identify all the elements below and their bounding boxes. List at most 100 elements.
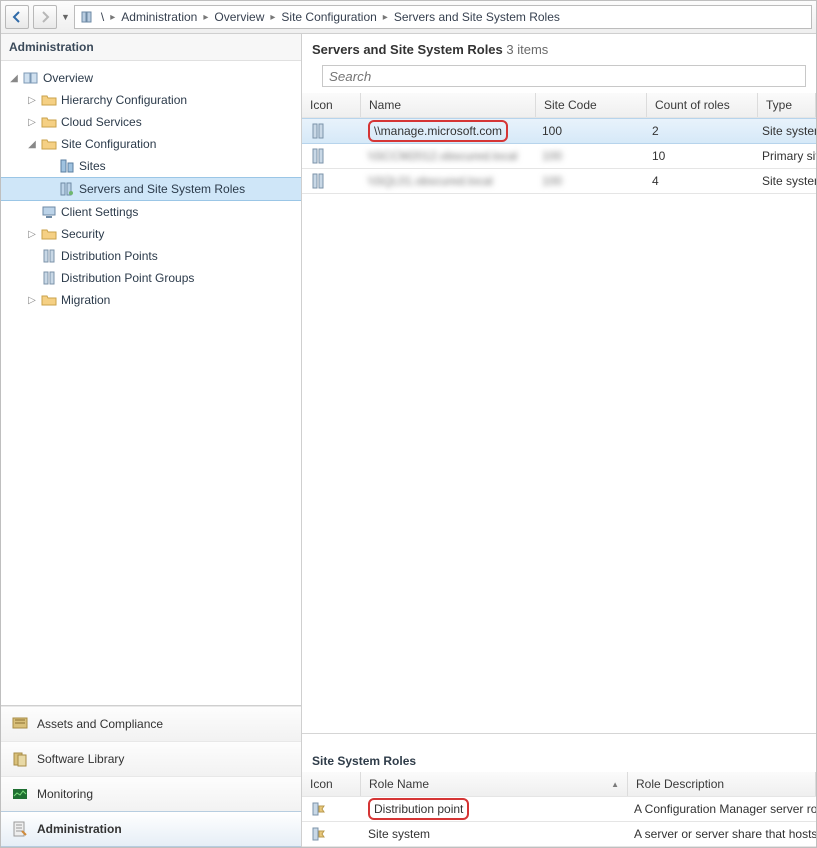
col-header-roledesc[interactable]: Role Description bbox=[628, 772, 816, 796]
table-row[interactable]: \\manage.microsoft.com1002Site system se… bbox=[302, 118, 816, 144]
chevron-right-icon: ▸ bbox=[203, 12, 208, 23]
cell-name: \\manage.microsoft.com bbox=[360, 119, 534, 143]
expand-icon[interactable]: ▷ bbox=[27, 229, 37, 240]
search-input[interactable] bbox=[322, 65, 806, 87]
tree-item[interactable]: ▷ Security bbox=[1, 223, 301, 245]
breadcrumb-item[interactable]: Site Configuration bbox=[277, 6, 380, 28]
tree-item[interactable]: ▷ Hierarchy Configuration bbox=[1, 89, 301, 111]
chevron-right-icon: ▸ bbox=[270, 12, 275, 23]
left-panel: Administration ◢ Overview ▷ Hierarchy Confi… bbox=[1, 34, 302, 847]
wunder-item-label: Monitoring bbox=[37, 787, 93, 801]
cell-rolename: Distribution point bbox=[360, 797, 626, 821]
tree-item[interactable]: ▷ Cloud Services bbox=[1, 111, 301, 133]
tree-item[interactable]: ◢ Overview bbox=[1, 67, 301, 89]
roles-title: Site System Roles bbox=[302, 740, 816, 772]
workspace-icon bbox=[11, 820, 29, 838]
tree-item-label: Distribution Points bbox=[61, 249, 158, 263]
breadcrumb-item[interactable]: Servers and Site System Roles bbox=[390, 6, 564, 28]
row-icon bbox=[302, 797, 360, 821]
tree-item[interactable]: ◢ Site Configuration bbox=[1, 133, 301, 155]
nav-bar: ▼ \ ▸ Administration ▸ Overview ▸ Site C… bbox=[1, 1, 816, 34]
tree-item-label: Sites bbox=[79, 159, 106, 173]
table-row[interactable]: Site systemA server or server share that… bbox=[302, 822, 816, 847]
table-row[interactable]: Distribution pointA Configuration Manage… bbox=[302, 797, 816, 822]
wunder-item[interactable]: Assets and Compliance bbox=[1, 706, 301, 741]
col-header-count[interactable]: Count of roles bbox=[647, 93, 758, 117]
col-header-name[interactable]: Name bbox=[361, 93, 536, 117]
cell-roledesc: A server or server share that hosts one … bbox=[626, 822, 816, 846]
tree-item-label: Hierarchy Configuration bbox=[61, 93, 187, 107]
workspace-icon bbox=[11, 750, 29, 768]
tree-item[interactable]: ▷ Migration bbox=[1, 289, 301, 311]
tree-item[interactable]: Client Settings bbox=[1, 201, 301, 223]
col-header-rolename[interactable]: Role Name ▲ bbox=[361, 772, 628, 796]
wunder-item[interactable]: Software Library bbox=[1, 741, 301, 776]
tree-item[interactable]: Distribution Point Groups bbox=[1, 267, 301, 289]
row-icon bbox=[302, 169, 360, 193]
overview-icon bbox=[23, 70, 39, 86]
breadcrumb-item[interactable]: Administration bbox=[117, 6, 201, 28]
tree-item-label: Security bbox=[61, 227, 104, 241]
expand-icon[interactable]: ◢ bbox=[27, 139, 37, 150]
breadcrumb-bar[interactable]: \ ▸ Administration ▸ Overview ▸ Site Con… bbox=[74, 5, 812, 29]
servers-grid: Icon Name Site Code Count of roles Type … bbox=[302, 93, 816, 194]
tree-item[interactable]: Distribution Points bbox=[1, 245, 301, 267]
table-row[interactable]: \\SQL01.obscured.local1004Site system se… bbox=[302, 169, 816, 194]
cell-roledesc: A Configuration Manager server role tha bbox=[626, 797, 816, 821]
col-header-icon[interactable]: Icon bbox=[302, 93, 361, 117]
tree-item-label: Site Configuration bbox=[61, 137, 156, 151]
table-row[interactable]: \\SCCM2012.obscured.local10010Primary si… bbox=[302, 144, 816, 169]
tree-item-label: Client Settings bbox=[61, 205, 138, 219]
expand-icon[interactable]: ▷ bbox=[27, 295, 37, 306]
tree-item-label: Servers and Site System Roles bbox=[79, 182, 245, 196]
cell-count: 2 bbox=[644, 119, 754, 143]
expand-icon[interactable]: ▷ bbox=[27, 95, 37, 106]
col-header-site[interactable]: Site Code bbox=[536, 93, 647, 117]
server-icon bbox=[79, 9, 95, 25]
sort-asc-icon: ▲ bbox=[611, 780, 619, 789]
folder-icon bbox=[41, 136, 57, 152]
cell-type: Site system server bbox=[754, 119, 816, 143]
servers-icon bbox=[59, 181, 75, 197]
dpg-icon bbox=[41, 270, 57, 286]
cell-site: 100 bbox=[534, 144, 644, 168]
folder-icon bbox=[41, 226, 57, 242]
tree-item-label: Cloud Services bbox=[61, 115, 142, 129]
panel-title: Administration bbox=[1, 34, 301, 61]
tree-item[interactable]: Sites bbox=[1, 155, 301, 177]
breadcrumb-item[interactable]: Overview bbox=[210, 6, 268, 28]
wunder-item[interactable]: Monitoring bbox=[1, 776, 301, 811]
cell-name: \\SCCM2012.obscured.local bbox=[360, 144, 534, 168]
content-header: Servers and Site System Roles 3 items bbox=[302, 34, 816, 61]
breadcrumb-root[interactable]: \ bbox=[97, 6, 108, 28]
forward-button[interactable] bbox=[33, 5, 57, 29]
back-button[interactable] bbox=[5, 5, 29, 29]
col-header-type[interactable]: Type bbox=[758, 93, 816, 117]
folder-icon bbox=[41, 92, 57, 108]
nav-dropdown-icon[interactable]: ▼ bbox=[61, 12, 70, 22]
cell-name: \\SQL01.obscured.local bbox=[360, 169, 534, 193]
wunder-item-label: Assets and Compliance bbox=[37, 717, 163, 731]
item-count: 3 items bbox=[506, 42, 548, 57]
cell-count: 4 bbox=[644, 169, 754, 193]
nav-tree[interactable]: ◢ Overview ▷ Hierarchy Configuration ▷ Cloud … bbox=[1, 61, 301, 705]
col-header-icon[interactable]: Icon bbox=[302, 772, 361, 796]
wunder-bar: Assets and Compliance Software Library Mon… bbox=[1, 705, 301, 847]
cell-count: 10 bbox=[644, 144, 754, 168]
tree-item-label: Distribution Point Groups bbox=[61, 271, 194, 285]
tree-item-label: Overview bbox=[43, 71, 93, 85]
cell-type: Primary site bbox=[754, 144, 816, 168]
cell-rolename: Site system bbox=[360, 822, 626, 846]
wunder-item[interactable]: Administration bbox=[1, 811, 301, 847]
tree-item[interactable]: Servers and Site System Roles bbox=[1, 177, 301, 201]
content-title: Servers and Site System Roles bbox=[312, 42, 503, 57]
expand-icon[interactable]: ◢ bbox=[9, 73, 19, 84]
tree-item-label: Migration bbox=[61, 293, 110, 307]
sites-icon bbox=[59, 158, 75, 174]
cell-type: Site system server bbox=[754, 169, 816, 193]
folder-icon bbox=[41, 114, 57, 130]
expand-icon[interactable]: ▷ bbox=[27, 117, 37, 128]
servers-grid-header: Icon Name Site Code Count of roles Type bbox=[302, 93, 816, 118]
content-panel: Servers and Site System Roles 3 items Ic… bbox=[302, 34, 816, 847]
chevron-right-icon: ▸ bbox=[110, 12, 115, 23]
